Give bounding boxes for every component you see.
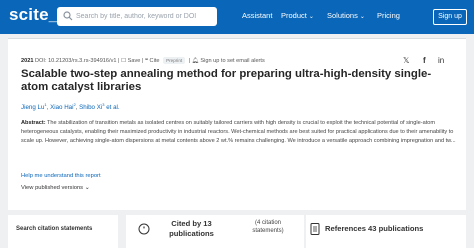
bookmark-icon: ☐ bbox=[121, 58, 127, 64]
nav-solutions[interactable]: Solutions ⌄ bbox=[327, 11, 365, 20]
facebook-icon[interactable]: f bbox=[423, 56, 426, 65]
cited-by-count[interactable]: Cited by 13 publications bbox=[164, 219, 219, 239]
references-count[interactable]: References 43 publications bbox=[325, 224, 423, 233]
paper-card: 2021 DOI: 10.21203/rs.3.rs-394916/v1 | ☐… bbox=[8, 38, 466, 210]
top-navbar: scite_ Assistant Product⌄ Solutions⌄ Pri… bbox=[0, 0, 474, 34]
search-input[interactable] bbox=[76, 7, 214, 26]
search-citation-statements: Search citation statements bbox=[16, 226, 93, 232]
help-understand-link[interactable]: Help me understand this report bbox=[21, 173, 101, 179]
chevron-down-icon: ⌄ bbox=[84, 185, 90, 191]
nav-assistant[interactable]: Assistant bbox=[242, 11, 272, 20]
author-link[interactable]: Jieng Lu1 bbox=[21, 102, 47, 111]
author-link[interactable]: Shibo Xi3 bbox=[79, 102, 104, 111]
quote-icon: ❝ bbox=[144, 58, 148, 64]
document-icon bbox=[310, 223, 320, 235]
view-published-versions[interactable]: View published versions ⌄ bbox=[21, 185, 90, 191]
nav-pricing[interactable]: Pricing bbox=[377, 11, 400, 20]
email-alert-link[interactable]: 🔔︎ Sign up to set email alerts bbox=[192, 58, 265, 64]
chevron-down-icon: ⌄ bbox=[359, 14, 365, 20]
scite-logo[interactable]: scite_ bbox=[9, 5, 58, 25]
abstract-label: Abstract: bbox=[21, 120, 46, 126]
twitter-icon[interactable]: 𝕏 bbox=[403, 56, 409, 65]
author-list: Jieng Lu1, Xiao Hai2, Shibo Xi3 et al. bbox=[21, 102, 120, 112]
abstract-text: The stabilization of transition metals a… bbox=[21, 120, 456, 144]
search-box[interactable] bbox=[57, 7, 217, 26]
paper-year: 2021 bbox=[21, 58, 34, 64]
cite-button[interactable]: ❝ Cite bbox=[145, 58, 160, 64]
paper-meta: 2021 DOI: 10.21203/rs.3.rs-394916/v1 | ☐… bbox=[21, 57, 265, 64]
preprint-badge: Preprint bbox=[163, 57, 186, 64]
linkedin-icon[interactable]: in bbox=[438, 56, 444, 65]
nav-product[interactable]: Product ⌄ bbox=[281, 11, 314, 20]
paper-doi: DOI: 10.21203/rs.3.rs-394916/v1 bbox=[35, 58, 117, 64]
save-button[interactable]: ☐ Save bbox=[121, 58, 140, 64]
author-link[interactable]: Xiao Hai2 bbox=[50, 102, 76, 111]
search-icon bbox=[63, 11, 73, 21]
abstract: Abstract: The stabilization of transitio… bbox=[21, 119, 457, 146]
citation-statements-count: (4 citation statements) bbox=[252, 220, 284, 234]
et-al-link[interactable]: et al. bbox=[106, 104, 119, 111]
chevron-down-icon: ⌄ bbox=[308, 14, 314, 20]
paper-title: Scalable two-step annealing method for p… bbox=[21, 68, 432, 93]
signup-button[interactable]: Sign up bbox=[433, 9, 467, 25]
bell-icon: 🔔︎ bbox=[191, 58, 199, 64]
svg-text:": " bbox=[142, 226, 145, 234]
quote-bubble-icon: " bbox=[138, 223, 150, 235]
